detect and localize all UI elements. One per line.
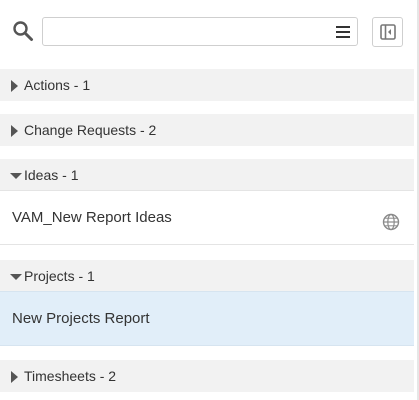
group-label: Actions - 1 xyxy=(24,77,91,93)
globe-icon xyxy=(382,213,400,231)
group-header-actions[interactable]: Actions - 1 xyxy=(0,69,414,101)
group-header-change-requests[interactable]: Change Requests - 2 xyxy=(0,114,414,146)
filter-icon[interactable] xyxy=(335,24,351,40)
search-row xyxy=(0,0,417,64)
caret-right-icon xyxy=(10,79,20,92)
group-label: Projects - 1 xyxy=(24,268,95,284)
group-label: Ideas - 1 xyxy=(24,167,79,183)
list-item-vam-new-report-ideas[interactable]: VAM_New Report Ideas xyxy=(0,190,414,245)
search-icon[interactable] xyxy=(11,19,35,43)
caret-down-icon xyxy=(10,270,22,282)
collapse-panel-icon xyxy=(380,24,396,40)
group-header-timesheets[interactable]: Timesheets - 2 xyxy=(0,360,414,392)
caret-down-icon xyxy=(10,169,22,181)
item-label: VAM_New Report Ideas xyxy=(12,209,172,226)
search-field[interactable] xyxy=(42,17,358,46)
search-input[interactable] xyxy=(49,21,333,44)
item-label: New Projects Report xyxy=(12,310,150,327)
caret-right-icon xyxy=(10,124,20,137)
group-header-ideas[interactable]: Ideas - 1 xyxy=(0,159,414,191)
group-label: Change Requests - 2 xyxy=(24,122,157,138)
collapse-panel-button[interactable] xyxy=(372,17,403,47)
list-item-new-projects-report[interactable]: New Projects Report xyxy=(0,291,414,346)
group-header-projects[interactable]: Projects - 1 xyxy=(0,260,414,292)
group-label: Timesheets - 2 xyxy=(24,368,117,384)
caret-right-icon xyxy=(10,370,20,383)
report-list-panel: Actions - 1 Change Requests - 2 Ideas - … xyxy=(0,0,419,400)
